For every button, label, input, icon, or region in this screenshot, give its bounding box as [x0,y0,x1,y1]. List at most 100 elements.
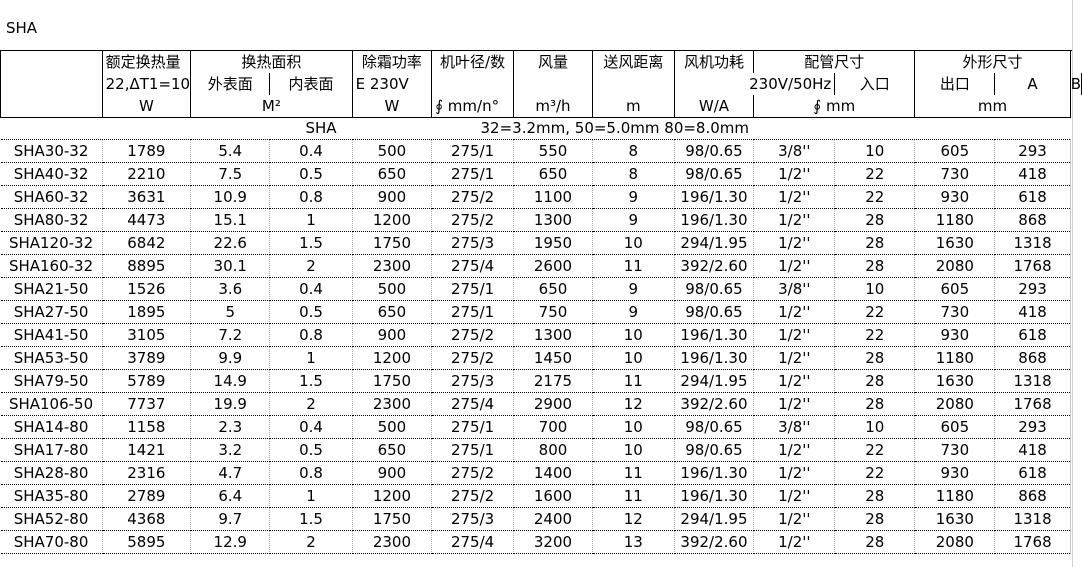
cell-dim-a[interactable]: 1180 [914,208,996,232]
cell-capacity[interactable]: 4473 [102,208,192,232]
cell-outer-area[interactable]: 5 [190,300,271,324]
cell-inner-area[interactable]: 0.8 [269,323,353,347]
cell-pipe-outlet[interactable]: 28 [834,208,916,232]
cell-inner-area[interactable]: 0.4 [269,277,353,301]
cell-pipe-inlet[interactable]: 1/2'' [753,185,836,209]
cell-blade[interactable]: 275/2 [431,185,514,209]
cell-pipe-inlet[interactable]: 3/8'' [753,415,836,439]
cell-throw[interactable]: 11 [592,369,675,393]
header-blade[interactable]: 机叶径/数 [431,50,514,73]
cell-outer-area[interactable]: 9.9 [190,346,271,370]
cell-capacity[interactable]: 1789 [102,139,192,163]
cell-dim-b[interactable]: 293 [994,139,1071,163]
cell-pipe-outlet[interactable]: 28 [834,254,916,278]
cell-airflow[interactable]: 2900 [513,392,594,416]
unit-area[interactable]: M² [190,95,353,118]
cell-airflow[interactable]: 1300 [513,323,594,347]
cell-blade[interactable]: 275/4 [431,254,514,278]
cell-outer-area[interactable]: 4.7 [190,461,271,485]
cell-defrost-power[interactable]: 1200 [352,346,433,370]
cell-pipe-inlet[interactable]: 1/2'' [753,438,836,462]
unit-fan-power[interactable]: W/A [673,95,755,118]
cell-defrost-power[interactable]: 650 [352,162,433,186]
cell-throw[interactable]: 10 [592,438,675,462]
header-fan-voltage[interactable]: 230V/50Hz [673,73,836,95]
cell-dim-a[interactable]: 1180 [914,346,996,370]
cell-throw[interactable]: 10 [592,346,675,370]
header-area[interactable]: 换热面积 [190,50,353,73]
cell-blade[interactable]: 275/1 [431,300,514,324]
cell-throw[interactable]: 11 [592,461,675,485]
cell-dim-a[interactable]: 1630 [914,369,996,393]
cell-blade[interactable]: 275/2 [431,484,514,508]
cell-fan-power[interactable]: 196/1.30 [674,461,755,485]
cell-outer-area[interactable]: 3.2 [190,438,271,462]
header-airflow-blank[interactable] [512,73,594,95]
cell-capacity[interactable]: 3105 [102,323,192,347]
cell-inner-area[interactable]: 1 [269,484,353,508]
cell-fan-power[interactable]: 294/1.95 [674,231,755,255]
cell-fan-power[interactable]: 98/0.65 [674,277,755,301]
cell-pipe-outlet[interactable]: 22 [834,185,916,209]
header-dim-b[interactable]: B [1069,73,1082,95]
header-inner-surface[interactable]: 内表面 [269,73,353,95]
cell-inner-area[interactable]: 1 [269,208,353,232]
cell-dim-b[interactable]: 618 [994,461,1071,485]
cell-inner-area[interactable]: 2 [269,530,353,554]
cell-capacity[interactable]: 1421 [102,438,192,462]
cell-capacity[interactable]: 1526 [102,277,192,301]
header-capacity[interactable]: 额定换热量 [101,50,192,73]
cell-throw[interactable]: 12 [592,392,675,416]
cell-dim-b[interactable]: 1318 [994,369,1071,393]
cell-model[interactable]: SHA40-32 [0,162,103,186]
cell-defrost-power[interactable]: 900 [352,185,433,209]
cell-outer-area[interactable]: 19.9 [190,392,271,416]
cell-pipe-outlet[interactable]: 22 [834,162,916,186]
cell-airflow[interactable]: 1400 [513,461,594,485]
cell-throw[interactable]: 9 [592,277,675,301]
cell-airflow[interactable]: 1300 [513,208,594,232]
cell-defrost-power[interactable]: 1750 [352,369,433,393]
cell-airflow[interactable]: 800 [513,438,594,462]
cell-defrost-power[interactable]: 650 [352,300,433,324]
cell-inner-area[interactable]: 0.5 [269,438,353,462]
cell-fan-power[interactable]: 98/0.65 [674,300,755,324]
cell-pipe-outlet[interactable]: 28 [834,507,916,531]
cell-inner-area[interactable]: 0.8 [269,185,353,209]
cell-pipe-outlet[interactable]: 22 [834,461,916,485]
cell-fan-power[interactable]: 294/1.95 [674,369,755,393]
cell-dim-a[interactable]: 930 [914,185,996,209]
cell-fan-power[interactable]: 98/0.65 [674,139,755,163]
cell-dim-a[interactable]: 1630 [914,231,996,255]
cell-defrost-power[interactable]: 900 [352,323,433,347]
cell-capacity[interactable]: 8895 [102,254,192,278]
cell-defrost-power[interactable]: 500 [352,277,433,301]
unit-defrost[interactable]: W [351,95,433,118]
cell-blade[interactable]: 275/2 [431,323,514,347]
cell-dim-b[interactable]: 868 [994,346,1071,370]
cell-pipe-outlet[interactable]: 10 [834,415,916,439]
cell-defrost-power[interactable]: 650 [352,438,433,462]
cell-dim-a[interactable]: 605 [914,415,996,439]
cell-blade[interactable]: 275/3 [431,507,514,531]
cell-inner-area[interactable]: 1.5 [269,507,353,531]
cell-pipe-inlet[interactable]: 1/2'' [753,484,836,508]
cell-pipe-outlet[interactable]: 28 [834,392,916,416]
cell-blade[interactable]: 275/1 [431,162,514,186]
cell-blade[interactable]: 275/4 [431,530,514,554]
cell-airflow[interactable]: 1950 [513,231,594,255]
cell-model[interactable]: SHA41-50 [0,323,103,347]
cell-dim-b[interactable]: 293 [994,277,1071,301]
cell-dim-b[interactable]: 1768 [994,392,1071,416]
cell-throw[interactable]: 10 [592,231,675,255]
cell-inner-area[interactable]: 0.4 [269,139,353,163]
cell-capacity[interactable]: 5789 [102,369,192,393]
cell-outer-area[interactable]: 7.2 [190,323,271,347]
cell-fan-power[interactable]: 392/2.60 [674,254,755,278]
cell-dim-a[interactable]: 930 [914,323,996,347]
cell-pipe-outlet[interactable]: 22 [834,438,916,462]
model-header-cell[interactable] [0,50,103,118]
cell-airflow[interactable]: 650 [513,162,594,186]
cell-pipe-inlet[interactable]: 1/2'' [753,507,836,531]
cell-dim-a[interactable]: 930 [914,461,996,485]
